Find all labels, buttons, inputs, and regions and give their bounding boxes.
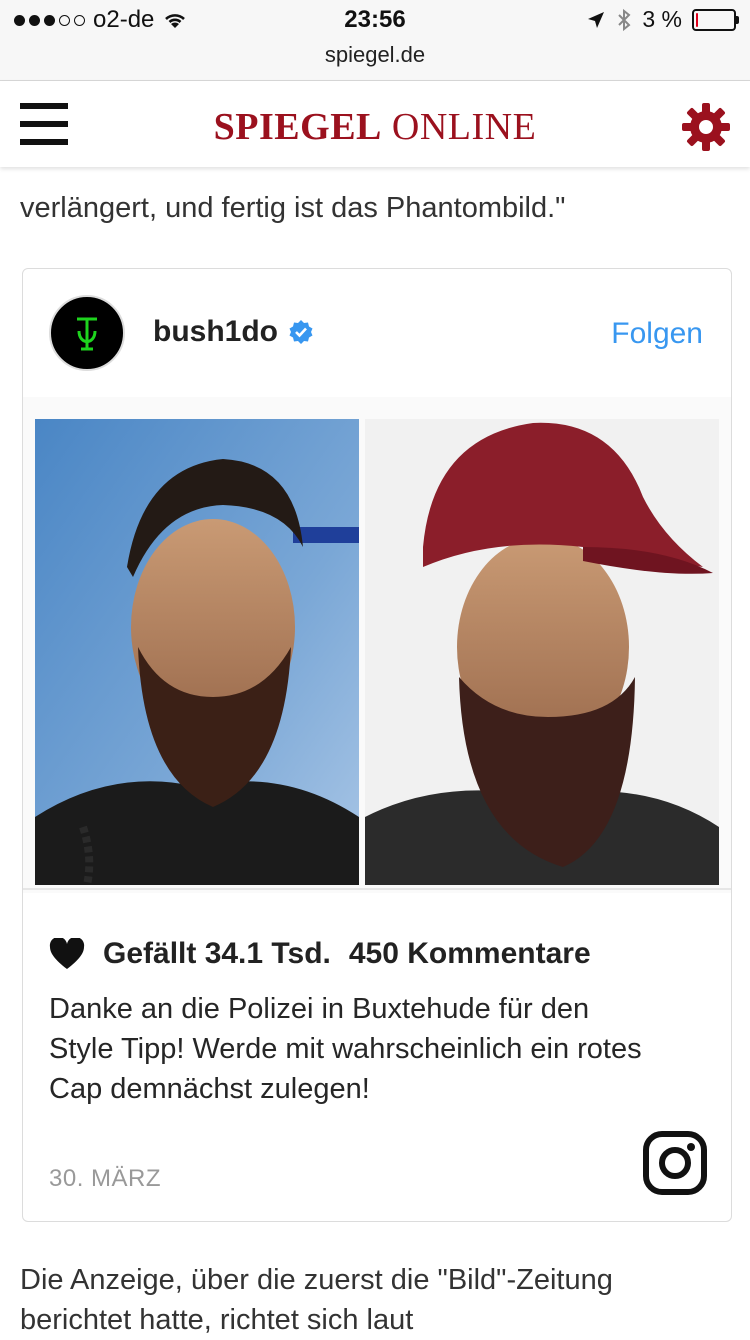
username-text: bush1do: [153, 315, 278, 348]
battery-percent: 3 %: [642, 6, 682, 32]
post-date: 30. MÄRZ: [49, 1165, 162, 1192]
comments-count[interactable]: 450 Kommentare: [349, 937, 591, 971]
gear-icon[interactable]: [680, 101, 732, 153]
url-bar[interactable]: spiegel.de: [0, 42, 750, 68]
article-line: Die Anzeige, über die zuerst die "Bild"-…: [20, 1264, 613, 1296]
post-caption: Danke an die Polizei in Buxtehude für de…: [49, 993, 642, 1105]
article-line: berichtet hatte, richtet sich laut: [20, 1304, 414, 1336]
instagram-embed: bush1do Folgen Gefällt 34.1 Tsd. 450 Kom…: [22, 268, 732, 1222]
site-header: SPIEGEL ONLINE: [0, 81, 750, 167]
status-right: 3 %: [586, 6, 739, 33]
post-stats: Gefällt 34.1 Tsd. 450 Kommentare: [49, 937, 591, 971]
heart-icon[interactable]: [49, 938, 85, 970]
verified-badge-icon: [289, 320, 313, 344]
instagram-icon[interactable]: [643, 1131, 707, 1195]
avatar-logo-icon: [77, 317, 97, 351]
avatar[interactable]: [49, 295, 125, 371]
portrait-right: [365, 419, 719, 885]
instagram-username[interactable]: bush1do: [153, 315, 314, 349]
battery-icon: [692, 8, 739, 31]
portrait-left: [35, 419, 359, 886]
battery-fill: [696, 12, 698, 27]
follow-button[interactable]: Folgen: [611, 317, 703, 351]
site-logo[interactable]: SPIEGEL ONLINE: [0, 105, 750, 149]
bluetooth-icon: [618, 8, 631, 31]
article-paragraph-end: verlängert, und fertig ist das Phantombi…: [20, 192, 566, 224]
logo-bold: SPIEGEL: [213, 106, 382, 148]
article-paragraph: Die Anzeige, über die zuerst die "Bild"-…: [20, 1260, 720, 1340]
post-image[interactable]: [23, 397, 731, 893]
likes-count: Gefällt 34.1 Tsd.: [103, 937, 331, 970]
logo-regular: ONLINE: [391, 106, 537, 148]
location-arrow-icon: [588, 11, 605, 28]
browser-status-bar: o2-de 23:56 spiegel.de 3 %: [0, 0, 750, 81]
